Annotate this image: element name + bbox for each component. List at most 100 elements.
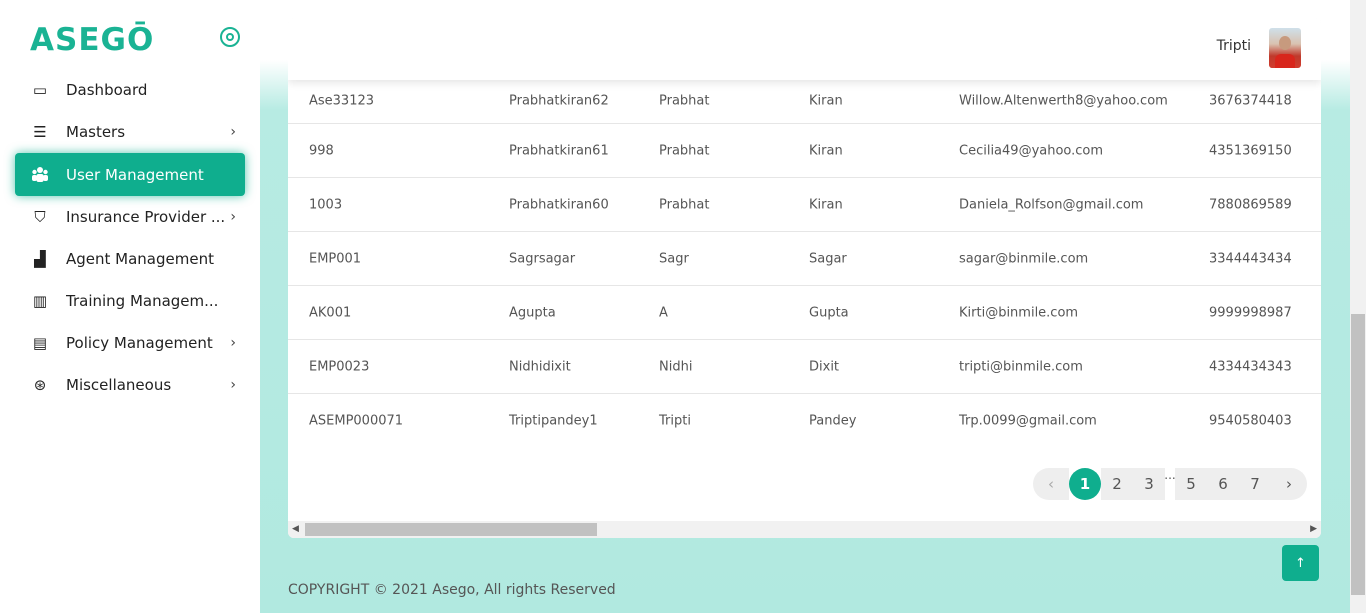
table-row[interactable]: EMP001 Sagrsagar Sagr Sagar sagar@binmil… bbox=[288, 232, 1321, 286]
sidebar-item-user-management[interactable]: User Management bbox=[15, 153, 245, 196]
table-row[interactable]: Ase33123 Prabhatkiran62 Prabhat Kiran Wi… bbox=[288, 79, 1321, 124]
email-cell: sagar@binmile.com bbox=[959, 251, 1089, 266]
sidebar-item-masters[interactable]: ☰ Masters › bbox=[0, 111, 260, 153]
phone-cell: 4334434343 bbox=[1209, 359, 1292, 374]
pagination-page-3[interactable]: 3 bbox=[1133, 468, 1165, 500]
pagination-page-5[interactable]: 5 bbox=[1175, 468, 1207, 500]
table-row[interactable]: ASEMP000071 Triptipandey1 Tripti Pandey … bbox=[288, 394, 1321, 448]
email-cell: tripti@binmile.com bbox=[959, 359, 1083, 374]
username-cell: Nidhidixit bbox=[509, 359, 571, 374]
sidebar-item-label: Masters bbox=[66, 123, 126, 141]
pagination-prev-button[interactable]: ‹ bbox=[1033, 468, 1069, 500]
table-row[interactable]: 998 Prabhatkiran61 Prabhat Kiran Cecilia… bbox=[288, 124, 1321, 178]
first-name-cell: Sagr bbox=[659, 251, 689, 266]
avatar[interactable] bbox=[1269, 28, 1301, 68]
sidebar-item-label: Training Managem... bbox=[66, 292, 219, 310]
last-name-cell: Pandey bbox=[809, 413, 857, 429]
employee-id-cell: 1003 bbox=[309, 197, 343, 212]
table-row[interactable]: EMP0023 Nidhidixit Nidhi Dixit tripti@bi… bbox=[288, 340, 1321, 394]
email-cell: Daniela_Rolfson@gmail.com bbox=[959, 197, 1144, 212]
first-name-cell: Tripti bbox=[659, 413, 691, 429]
username-cell: Prabhatkiran61 bbox=[509, 143, 609, 158]
phone-cell: 3344443434 bbox=[1209, 251, 1292, 266]
phone-cell: 3676374418 bbox=[1209, 93, 1292, 109]
agent-chart-icon: ▟ bbox=[34, 250, 46, 268]
sidebar-item-label: Dashboard bbox=[66, 81, 148, 99]
sidebar-item-insurance-provider[interactable]: ⛉ Insurance Provider ... › bbox=[0, 196, 260, 238]
users-icon-svg bbox=[32, 166, 48, 182]
shield-icon: ⛉ bbox=[34, 208, 46, 226]
email-cell: Willow.Altenwerth8@yahoo.com bbox=[959, 93, 1168, 109]
sidebar-toggle-icon[interactable] bbox=[220, 27, 240, 47]
users-icon bbox=[30, 165, 50, 185]
first-name-cell: Prabhat bbox=[659, 93, 710, 109]
employee-id-cell: ASEMP000071 bbox=[309, 413, 404, 429]
table-row[interactable]: AK001 Agupta A Gupta Kirti@binmile.com 9… bbox=[288, 286, 1321, 340]
phone-cell: 9540580403 bbox=[1209, 413, 1292, 429]
users-table-card: Tripti Ase33123 Prabhatkiran62 Prabhat K… bbox=[288, 18, 1321, 538]
username-cell: Agupta bbox=[509, 305, 556, 320]
employee-id-cell: AK001 bbox=[309, 305, 352, 320]
last-name-cell: Kiran bbox=[809, 143, 843, 158]
chevron-right-icon: › bbox=[230, 335, 236, 351]
username-cell: Triptipandey1 bbox=[509, 413, 598, 429]
first-name-cell: Nidhi bbox=[659, 359, 693, 374]
pagination-next-button[interactable]: › bbox=[1271, 468, 1307, 500]
username-cell: Prabhatkiran60 bbox=[509, 197, 609, 212]
sidebar-item-dashboard[interactable]: ▭ Dashboard bbox=[0, 69, 260, 111]
sidebar-item-label: Insurance Provider ... bbox=[66, 208, 226, 226]
pagination-page-6[interactable]: 6 bbox=[1207, 468, 1239, 500]
document-icon: ▤ bbox=[32, 334, 48, 352]
email-cell: Cecilia49@yahoo.com bbox=[959, 143, 1104, 158]
first-name-cell: Prabhat bbox=[659, 197, 710, 212]
first-name-cell: Prabhat bbox=[659, 143, 710, 158]
footer-copyright: COPYRIGHT © 2021 Asego, All rights Reser… bbox=[288, 582, 616, 598]
top-header: Tripti bbox=[288, 18, 1321, 80]
phone-cell: 9999998987 bbox=[1209, 305, 1292, 320]
employee-id-cell: EMP0023 bbox=[309, 359, 370, 374]
sidebar-item-label: Miscellaneous bbox=[66, 376, 172, 394]
scroll-left-arrow-icon[interactable]: ◀ bbox=[292, 524, 299, 534]
chevron-right-icon: › bbox=[230, 377, 236, 393]
employee-id-cell: Ase33123 bbox=[309, 93, 375, 109]
sidebar: ASEGŌ ▭ Dashboard ☰ Masters › User Manag… bbox=[0, 0, 260, 613]
pagination: ‹ 1 2 3 ... 5 6 7 › bbox=[1033, 468, 1307, 500]
sidebar-item-agent-management[interactable]: ▟ Agent Management bbox=[0, 238, 260, 280]
sidebar-item-label: User Management bbox=[66, 165, 204, 184]
last-name-cell: Sagar bbox=[809, 251, 847, 266]
employee-id-cell: EMP001 bbox=[309, 251, 362, 266]
username-cell: Prabhatkiran62 bbox=[509, 93, 609, 109]
email-cell: Trp.0099@gmail.com bbox=[959, 413, 1097, 429]
vertical-scroll-thumb[interactable] bbox=[1351, 314, 1365, 595]
employee-id-cell: 998 bbox=[309, 143, 334, 158]
user-name[interactable]: Tripti bbox=[1217, 38, 1251, 54]
list-icon: ☰ bbox=[33, 123, 47, 141]
sidebar-nav: ▭ Dashboard ☰ Masters › User Management bbox=[0, 69, 260, 406]
phone-cell: 7880869589 bbox=[1209, 197, 1292, 212]
vertical-scrollbar[interactable] bbox=[1350, 0, 1366, 613]
username-cell: Sagrsagar bbox=[509, 251, 576, 266]
sidebar-item-training-management[interactable]: ▥ Training Managem... bbox=[0, 280, 260, 322]
email-cell: Kirti@binmile.com bbox=[959, 305, 1079, 320]
pagination-page-7[interactable]: 7 bbox=[1239, 468, 1271, 500]
scroll-to-top-button[interactable]: ↑ bbox=[1282, 545, 1319, 581]
horizontal-scrollbar[interactable]: ◀ ▶ bbox=[288, 521, 1321, 538]
books-icon: ▥ bbox=[32, 292, 48, 310]
sidebar-item-miscellaneous[interactable]: ⊛ Miscellaneous › bbox=[0, 364, 260, 406]
asego-logo[interactable]: ASEGŌ bbox=[30, 22, 154, 58]
users-table: Ase33123 Prabhatkiran62 Prabhat Kiran Wi… bbox=[288, 79, 1321, 448]
last-name-cell: Kiran bbox=[809, 197, 843, 212]
lifebuoy-icon: ⊛ bbox=[33, 376, 47, 394]
sidebar-item-policy-management[interactable]: ▤ Policy Management › bbox=[0, 322, 260, 364]
scroll-right-arrow-icon[interactable]: ▶ bbox=[1310, 524, 1317, 534]
last-name-cell: Gupta bbox=[809, 305, 849, 320]
chevron-right-icon: › bbox=[230, 209, 236, 225]
first-name-cell: A bbox=[659, 305, 668, 320]
horizontal-scroll-thumb[interactable] bbox=[305, 523, 597, 536]
sidebar-item-label: Policy Management bbox=[66, 334, 213, 352]
phone-cell: 4351369150 bbox=[1209, 143, 1292, 158]
table-row[interactable]: 1003 Prabhatkiran60 Prabhat Kiran Daniel… bbox=[288, 178, 1321, 232]
chevron-right-icon: › bbox=[230, 124, 236, 140]
pagination-page-2[interactable]: 2 bbox=[1101, 468, 1133, 500]
pagination-page-1[interactable]: 1 bbox=[1069, 468, 1101, 500]
